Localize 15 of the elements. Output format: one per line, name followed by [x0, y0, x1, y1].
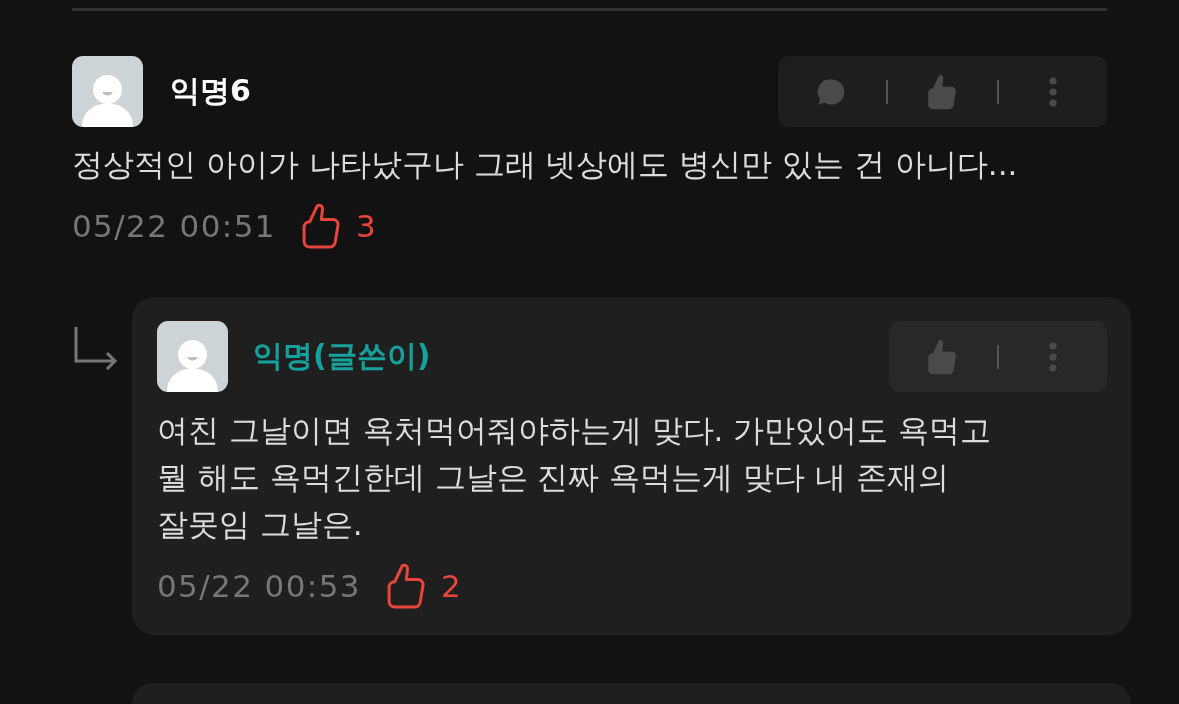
timestamp: 05/22 00:51 — [72, 207, 276, 244]
timestamp: 05/22 00:53 — [157, 567, 361, 604]
comment-text: 여친 그날이면 욕처먹어줘야하는게 맞다. 가만있어도 욕먹고 뭘 해도 욕먹긴한데 그날은 진짜 욕먹는게 맞다 내 존재의 잘못임 그날은. — [157, 411, 993, 544]
avatar-icon — [72, 56, 143, 127]
like-count: 3 — [355, 207, 376, 244]
avatar-icon — [157, 321, 228, 392]
comment-text: 정상적인 아이가 나타났구나 그래 넷상에도 병신만 있는 건 아니다... — [72, 145, 1019, 184]
thumbs-up-icon — [301, 202, 340, 249]
reply-arrow-icon — [74, 327, 118, 371]
thumbs-up-icon — [386, 562, 425, 609]
more-options-icon[interactable] — [1049, 76, 1058, 107]
author-name: 익명(글쓴이) — [253, 337, 431, 375]
author-name: 익명6 — [170, 72, 251, 110]
like-count: 2 — [440, 567, 461, 604]
more-options-icon[interactable] — [1049, 341, 1058, 372]
